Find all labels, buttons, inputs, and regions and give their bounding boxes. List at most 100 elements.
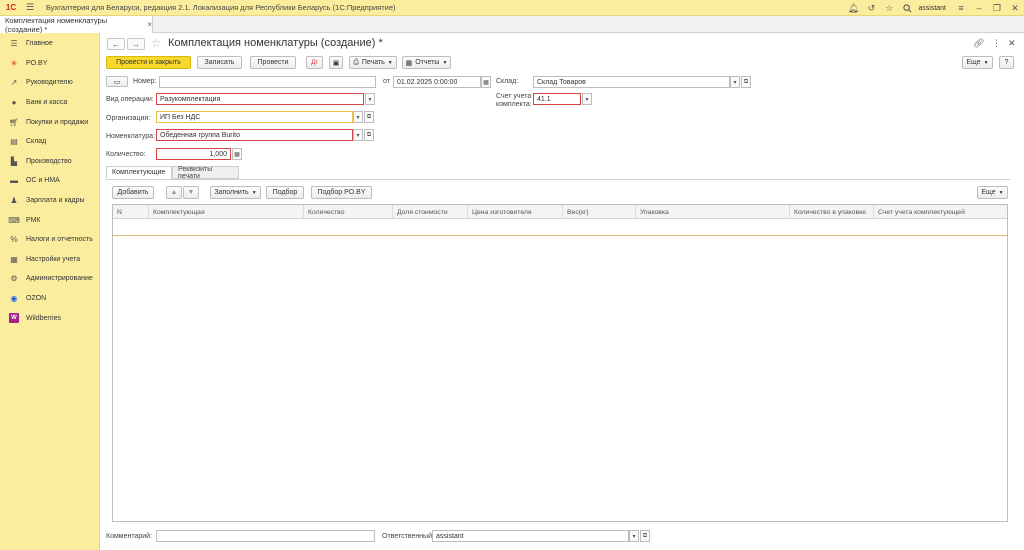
sidebar-item-rmk[interactable]: ⌨ РМК: [0, 210, 99, 230]
column-header[interactable]: Комплектующая: [149, 205, 304, 219]
post-button[interactable]: Провести: [250, 56, 296, 69]
bell-icon[interactable]: 🔔︎: [844, 0, 862, 16]
structure-icon[interactable]: ▣: [329, 56, 343, 69]
responsible-label: Ответственный:: [382, 533, 434, 540]
column-header[interactable]: Доля стоимости: [393, 205, 468, 219]
calendar-icon[interactable]: ▦: [481, 76, 491, 88]
sidebar-item-accounting-settings[interactable]: ▦ Настройки учета: [0, 250, 99, 270]
operation-field[interactable]: Разукомплектация: [156, 93, 364, 105]
sidebar-item-production[interactable]: ▙ Производство: [0, 152, 99, 172]
table-header: N Комплектующая Количество Доля стоимост…: [113, 205, 1007, 219]
sparkle-icon: ✳: [10, 58, 18, 68]
sidebar-item-bank[interactable]: ● Банк и касса: [0, 93, 99, 113]
sidebar-item-admin[interactable]: ⚙ Администрирование: [0, 269, 99, 289]
responsible-dropdown[interactable]: ▾: [629, 530, 639, 542]
settings-lines-icon[interactable]: ≡: [952, 0, 970, 16]
column-header[interactable]: Цена изготовителя: [468, 205, 563, 219]
help-button[interactable]: ?: [999, 56, 1014, 69]
organization-field[interactable]: ИП Без НДС: [156, 111, 353, 123]
sidebar-item-ozon[interactable]: ◉ OZON: [0, 289, 99, 309]
post-and-close-button[interactable]: Провести и закрыть: [106, 56, 191, 69]
sidebar-item-purchases-sales[interactable]: 🛒︎ Покупки и продажи: [0, 112, 99, 132]
print-button[interactable]: ⎙ Печать ▼: [349, 56, 397, 69]
sidebar-item-salary[interactable]: ♟ Зарплата и кадры: [0, 191, 99, 211]
column-header[interactable]: Количество в упаковке: [790, 205, 874, 219]
components-table[interactable]: N Комплектующая Количество Доля стоимост…: [112, 204, 1008, 522]
reports-button[interactable]: ▦ Отчеты ▼: [402, 56, 451, 69]
sidebar-item-assets[interactable]: ▬ ОС и НМА: [0, 171, 99, 191]
column-header[interactable]: Вес(кг): [563, 205, 636, 219]
chevron-down-icon: ▼: [387, 59, 393, 66]
trend-icon: ↗: [10, 78, 18, 88]
favorite-star-icon[interactable]: ☆: [151, 36, 162, 50]
tab-close-icon[interactable]: ×: [147, 20, 152, 29]
account-dropdown[interactable]: ▾: [582, 93, 592, 105]
pick-button[interactable]: Подбор: [266, 186, 304, 199]
item-dropdown[interactable]: ▾: [353, 129, 363, 141]
date-field[interactable]: 01.02.2025 0:00:00: [393, 76, 481, 88]
save-button[interactable]: Записать: [197, 56, 242, 69]
cart-icon: 🛒︎: [8, 117, 20, 127]
more-button[interactable]: Еще ▼: [962, 56, 993, 69]
search-icon[interactable]: [898, 0, 916, 16]
pick-poby-button[interactable]: Подбор PO.BY: [311, 186, 372, 199]
chevron-down-icon: ▼: [998, 189, 1004, 196]
fill-button[interactable]: Заполнить ▼: [210, 186, 261, 199]
document-form: ← → ☆ Комплектация номенклатуры (создани…: [100, 33, 1024, 550]
more-vertical-icon[interactable]: ⋮: [992, 38, 1001, 49]
table-row[interactable]: [113, 220, 1007, 236]
sidebar-item-taxes[interactable]: % Налоги и отчетность: [0, 230, 99, 250]
column-header[interactable]: Количество: [304, 205, 393, 219]
number-field[interactable]: [159, 76, 376, 88]
item-field[interactable]: Обеденная группа Burito: [156, 129, 353, 141]
forward-button[interactable]: →: [127, 38, 145, 50]
tab-components[interactable]: Комплектующие: [106, 166, 172, 179]
comment-label: Комментарий:: [106, 533, 153, 540]
sidebar-item-main[interactable]: ☰ Главное: [0, 34, 99, 54]
warehouse-field[interactable]: Склад Товаров: [533, 76, 730, 88]
close-icon[interactable]: ✕: [1006, 0, 1024, 16]
link-icon[interactable]: 🔗︎: [973, 38, 984, 49]
comment-field[interactable]: [156, 530, 375, 542]
dt-kt-icon[interactable]: Дт: [306, 56, 323, 69]
account-field[interactable]: 41.1: [533, 93, 581, 105]
account-label: Счет учета комплекта:: [496, 93, 532, 108]
sidebar-item-wildberries[interactable]: W Wildberries: [0, 308, 99, 328]
column-header[interactable]: Упаковка: [636, 205, 790, 219]
restore-icon[interactable]: ❐: [988, 0, 1006, 16]
item-open-icon[interactable]: ⧉: [364, 129, 374, 141]
warehouse-open-icon[interactable]: ⧉: [741, 76, 751, 88]
move-up-icon[interactable]: ▲: [166, 186, 182, 199]
number-toggle-icon[interactable]: ▭: [106, 76, 128, 87]
sidebar-item-warehouse[interactable]: ▤ Склад: [0, 132, 99, 152]
tax-icon: %: [10, 235, 18, 245]
favorites-star-icon[interactable]: ☆: [880, 0, 898, 16]
minimize-icon[interactable]: –: [970, 0, 988, 16]
table-more-button[interactable]: Еще ▼: [977, 186, 1008, 199]
responsible-open-icon[interactable]: ⧉: [640, 530, 650, 542]
sidebar-item-manager[interactable]: ↗ Руководителю: [0, 73, 99, 93]
sidebar-item-poby[interactable]: ✳ PO.BY: [0, 54, 99, 74]
quantity-field[interactable]: 1,000: [156, 148, 231, 160]
tab-current-document[interactable]: Комплектация номенклатуры (создание) * ×: [0, 16, 153, 34]
back-button[interactable]: ←: [107, 38, 125, 50]
history-icon[interactable]: ↺: [862, 0, 880, 16]
warehouse-icon: ▤: [10, 137, 18, 147]
responsible-field[interactable]: assistant: [432, 530, 629, 542]
main-menu-icon[interactable]: ☰: [22, 0, 38, 16]
close-form-icon[interactable]: ✕: [1008, 38, 1016, 49]
tab-print-details[interactable]: Реквизиты печати: [172, 166, 239, 180]
operation-dropdown[interactable]: ▾: [365, 93, 375, 105]
move-down-icon[interactable]: ▼: [183, 186, 199, 199]
organization-dropdown[interactable]: ▾: [353, 111, 363, 123]
column-header[interactable]: Счет учета комплектующей: [874, 205, 1007, 219]
user-name[interactable]: assistant: [918, 5, 946, 12]
warehouse-dropdown[interactable]: ▾: [730, 76, 740, 88]
factory-icon: ▙: [10, 156, 18, 166]
column-header[interactable]: N: [113, 205, 149, 219]
add-button[interactable]: Добавить: [112, 186, 154, 199]
organization-open-icon[interactable]: ⧉: [364, 111, 374, 123]
person-icon: ♟: [10, 196, 18, 206]
settings-doc-icon: ▦: [10, 254, 18, 264]
calculator-icon[interactable]: ▦: [232, 148, 242, 160]
